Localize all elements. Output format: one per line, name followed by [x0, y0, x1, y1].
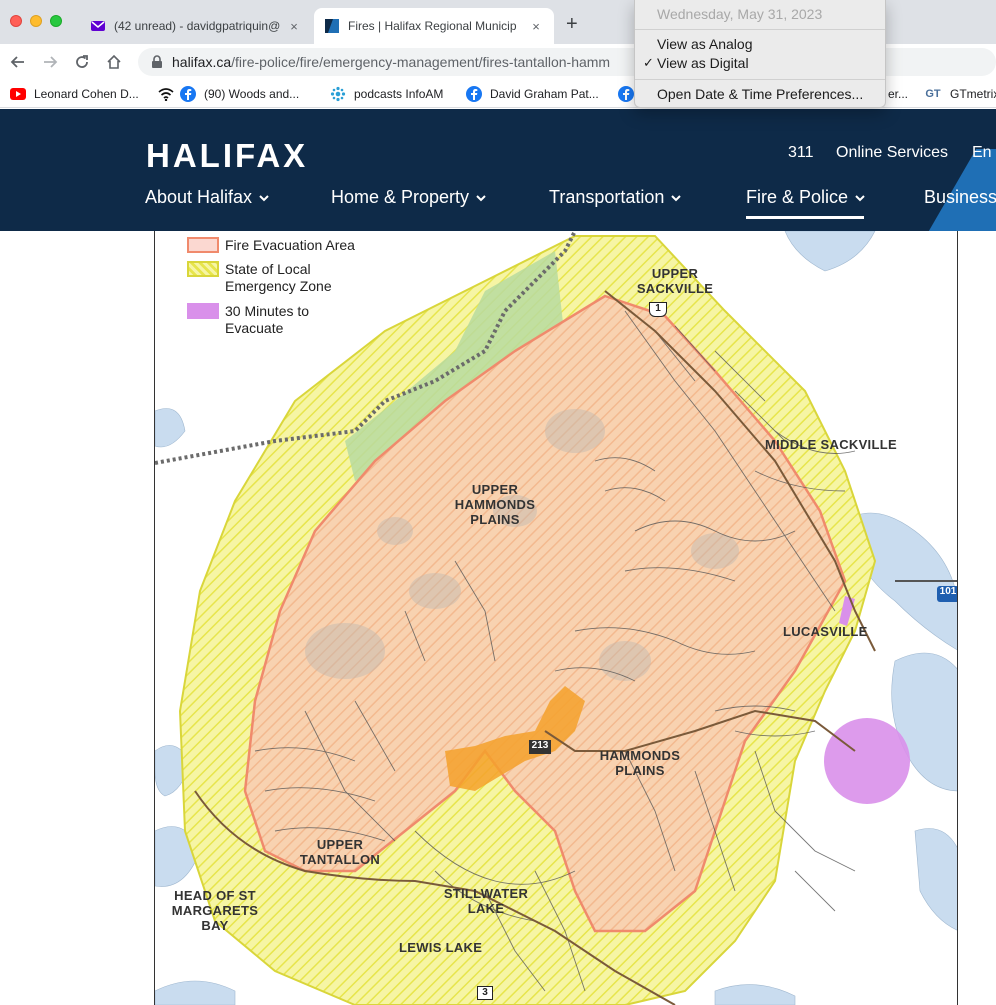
legend-emergency: State of Local Emergency Zone [187, 261, 365, 295]
url-host: halifax.ca [172, 54, 232, 70]
url-path: /fire-police/fire/emergency-management/f… [231, 54, 611, 70]
nav-about-halifax[interactable]: About Halifax [145, 187, 270, 208]
legend-swatch-thirty-min [187, 303, 219, 319]
view-as-analog-item[interactable]: View as Analog [657, 36, 752, 52]
nav-label: Home & Property [331, 187, 470, 207]
current-date: Wednesday, May 31, 2023 [657, 6, 823, 22]
maximize-window-button[interactable] [50, 15, 62, 27]
forward-arrow-icon [44, 56, 58, 68]
gtmetrix-icon: GT [925, 88, 941, 100]
view-as-digital-item[interactable]: View as Digital [657, 55, 749, 71]
utility-link-online-services[interactable]: Online Services [836, 144, 948, 162]
place-upper-sackville: UPPER SACKVILLE [636, 266, 714, 296]
thirty-minute-evacuation-zone [824, 718, 910, 804]
legend-swatch-emergency [187, 261, 219, 277]
nav-business[interactable]: Business [924, 187, 996, 208]
chevron-down-icon [259, 194, 269, 201]
home-icon [107, 54, 121, 69]
highway-101-shield: 101 [937, 586, 957, 602]
nav-label: Business [924, 187, 996, 207]
tab-mail[interactable]: (42 unread) - davidgpatriquin@ × [80, 8, 312, 44]
tab-close-icon[interactable]: × [528, 19, 544, 34]
youtube-icon [10, 86, 26, 102]
bookmark-label: podcasts InfoAM [354, 87, 444, 101]
facebook-icon [618, 86, 634, 102]
back-arrow-icon [10, 56, 24, 68]
url-text: halifax.ca/fire-police/fire/emergency-ma… [172, 54, 610, 70]
legend-evacuation: Fire Evacuation Area [187, 237, 355, 254]
halifax-favicon-icon [325, 19, 339, 33]
place-stillwater-lake: STILLWATER LAKE [443, 886, 529, 916]
place-middle-sackville: MIDDLE SACKVILLE [765, 437, 897, 452]
utility-link-311[interactable]: 311 [788, 144, 814, 162]
place-hammonds-plains: HAMMONDS PLAINS [599, 748, 681, 778]
tab-close-icon[interactable]: × [286, 19, 302, 34]
forward-button[interactable] [38, 50, 62, 74]
nav-home-property[interactable]: Home & Property [331, 187, 487, 208]
back-button[interactable] [6, 50, 30, 74]
yahoo-mail-icon [91, 21, 105, 31]
close-window-button[interactable] [10, 15, 22, 27]
bookmark-david-graham[interactable]: David Graham Pat... [466, 85, 599, 103]
bookmark-label: Leonard Cohen D... [34, 87, 139, 101]
bookmark-truncated[interactable]: er... [888, 85, 908, 103]
nav-label: About Halifax [145, 187, 253, 207]
new-tab-button[interactable]: + [566, 14, 578, 34]
highway-3-shield: 3 [477, 986, 493, 1000]
place-lewis-lake: LEWIS LAKE [399, 940, 483, 955]
active-nav-indicator [746, 216, 864, 219]
date-time-preferences-item[interactable]: Open Date & Time Preferences... [657, 86, 863, 102]
tab-title: Fires | Halifax Regional Municip [348, 19, 517, 33]
bookmark-podcasts[interactable]: podcasts InfoAM [330, 85, 443, 103]
highway-213-shield: 213 [529, 740, 551, 754]
menu-separator [635, 79, 885, 80]
cbc-icon [330, 86, 346, 102]
bookmark-label: er... [888, 87, 909, 101]
place-head-of-st-margarets-bay: HEAD OF ST MARGARETS BAY [171, 888, 259, 933]
lock-icon [152, 55, 162, 68]
bookmark-gtmetrix[interactable]: GT GTmetrix [924, 85, 996, 103]
nav-label: Fire & Police [746, 187, 849, 207]
fire-evacuation-map[interactable]: Fire Evacuation Area State of Local Emer… [154, 231, 958, 1005]
bookmark-label: (90) Woods and... [204, 87, 300, 101]
utility-link-language[interactable]: En [972, 144, 992, 162]
bookmark-leonard-cohen[interactable]: Leonard Cohen D... [10, 85, 139, 103]
reload-button[interactable] [70, 50, 94, 74]
bookmark-label: David Graham Pat... [490, 87, 599, 101]
bookmark-label: GTmetrix [950, 87, 996, 101]
chevron-down-icon [855, 194, 865, 201]
home-button[interactable] [102, 50, 126, 74]
place-upper-tantallon: UPPER TANTALLON [299, 837, 381, 867]
legend-thirty-min: 30 Minutes to Evacuate [187, 303, 365, 337]
map-graphic [155, 231, 957, 1005]
wifi-icon [158, 86, 174, 102]
tab-title: (42 unread) - davidgpatriquin@ [114, 19, 281, 33]
nav-transportation[interactable]: Transportation [549, 187, 682, 208]
minimize-window-button[interactable] [30, 15, 42, 27]
tab-fires[interactable]: Fires | Halifax Regional Municip × [314, 8, 554, 44]
highway-1-shield: 1 [649, 302, 667, 317]
chevron-down-icon [476, 194, 486, 201]
facebook-icon [466, 86, 482, 102]
legend-label: 30 Minutes to Evacuate [225, 303, 310, 336]
site-header: HALIFAX 311 Online Services En About Hal… [0, 109, 996, 231]
nav-label: Transportation [549, 187, 665, 207]
clock-dropdown-menu: Wednesday, May 31, 2023 View as Analog ✓… [634, 0, 886, 108]
chevron-down-icon [671, 194, 682, 201]
bookmark-woods[interactable]: (90) Woods and... [158, 85, 299, 103]
legend-label: Fire Evacuation Area [225, 237, 355, 253]
facebook-icon [180, 86, 196, 102]
checkmark-icon: ✓ [643, 55, 654, 70]
menu-separator [635, 29, 885, 30]
legend-swatch-evacuation [187, 237, 219, 253]
reload-icon [76, 55, 88, 68]
place-lucasville: LUCASVILLE [783, 624, 868, 639]
halifax-logo[interactable]: HALIFAX [146, 137, 308, 175]
nav-fire-police[interactable]: Fire & Police [746, 187, 866, 208]
legend-label: State of Local Emergency Zone [225, 261, 332, 294]
place-upper-hammonds-plains: UPPER HAMMONDS PLAINS [454, 482, 536, 527]
